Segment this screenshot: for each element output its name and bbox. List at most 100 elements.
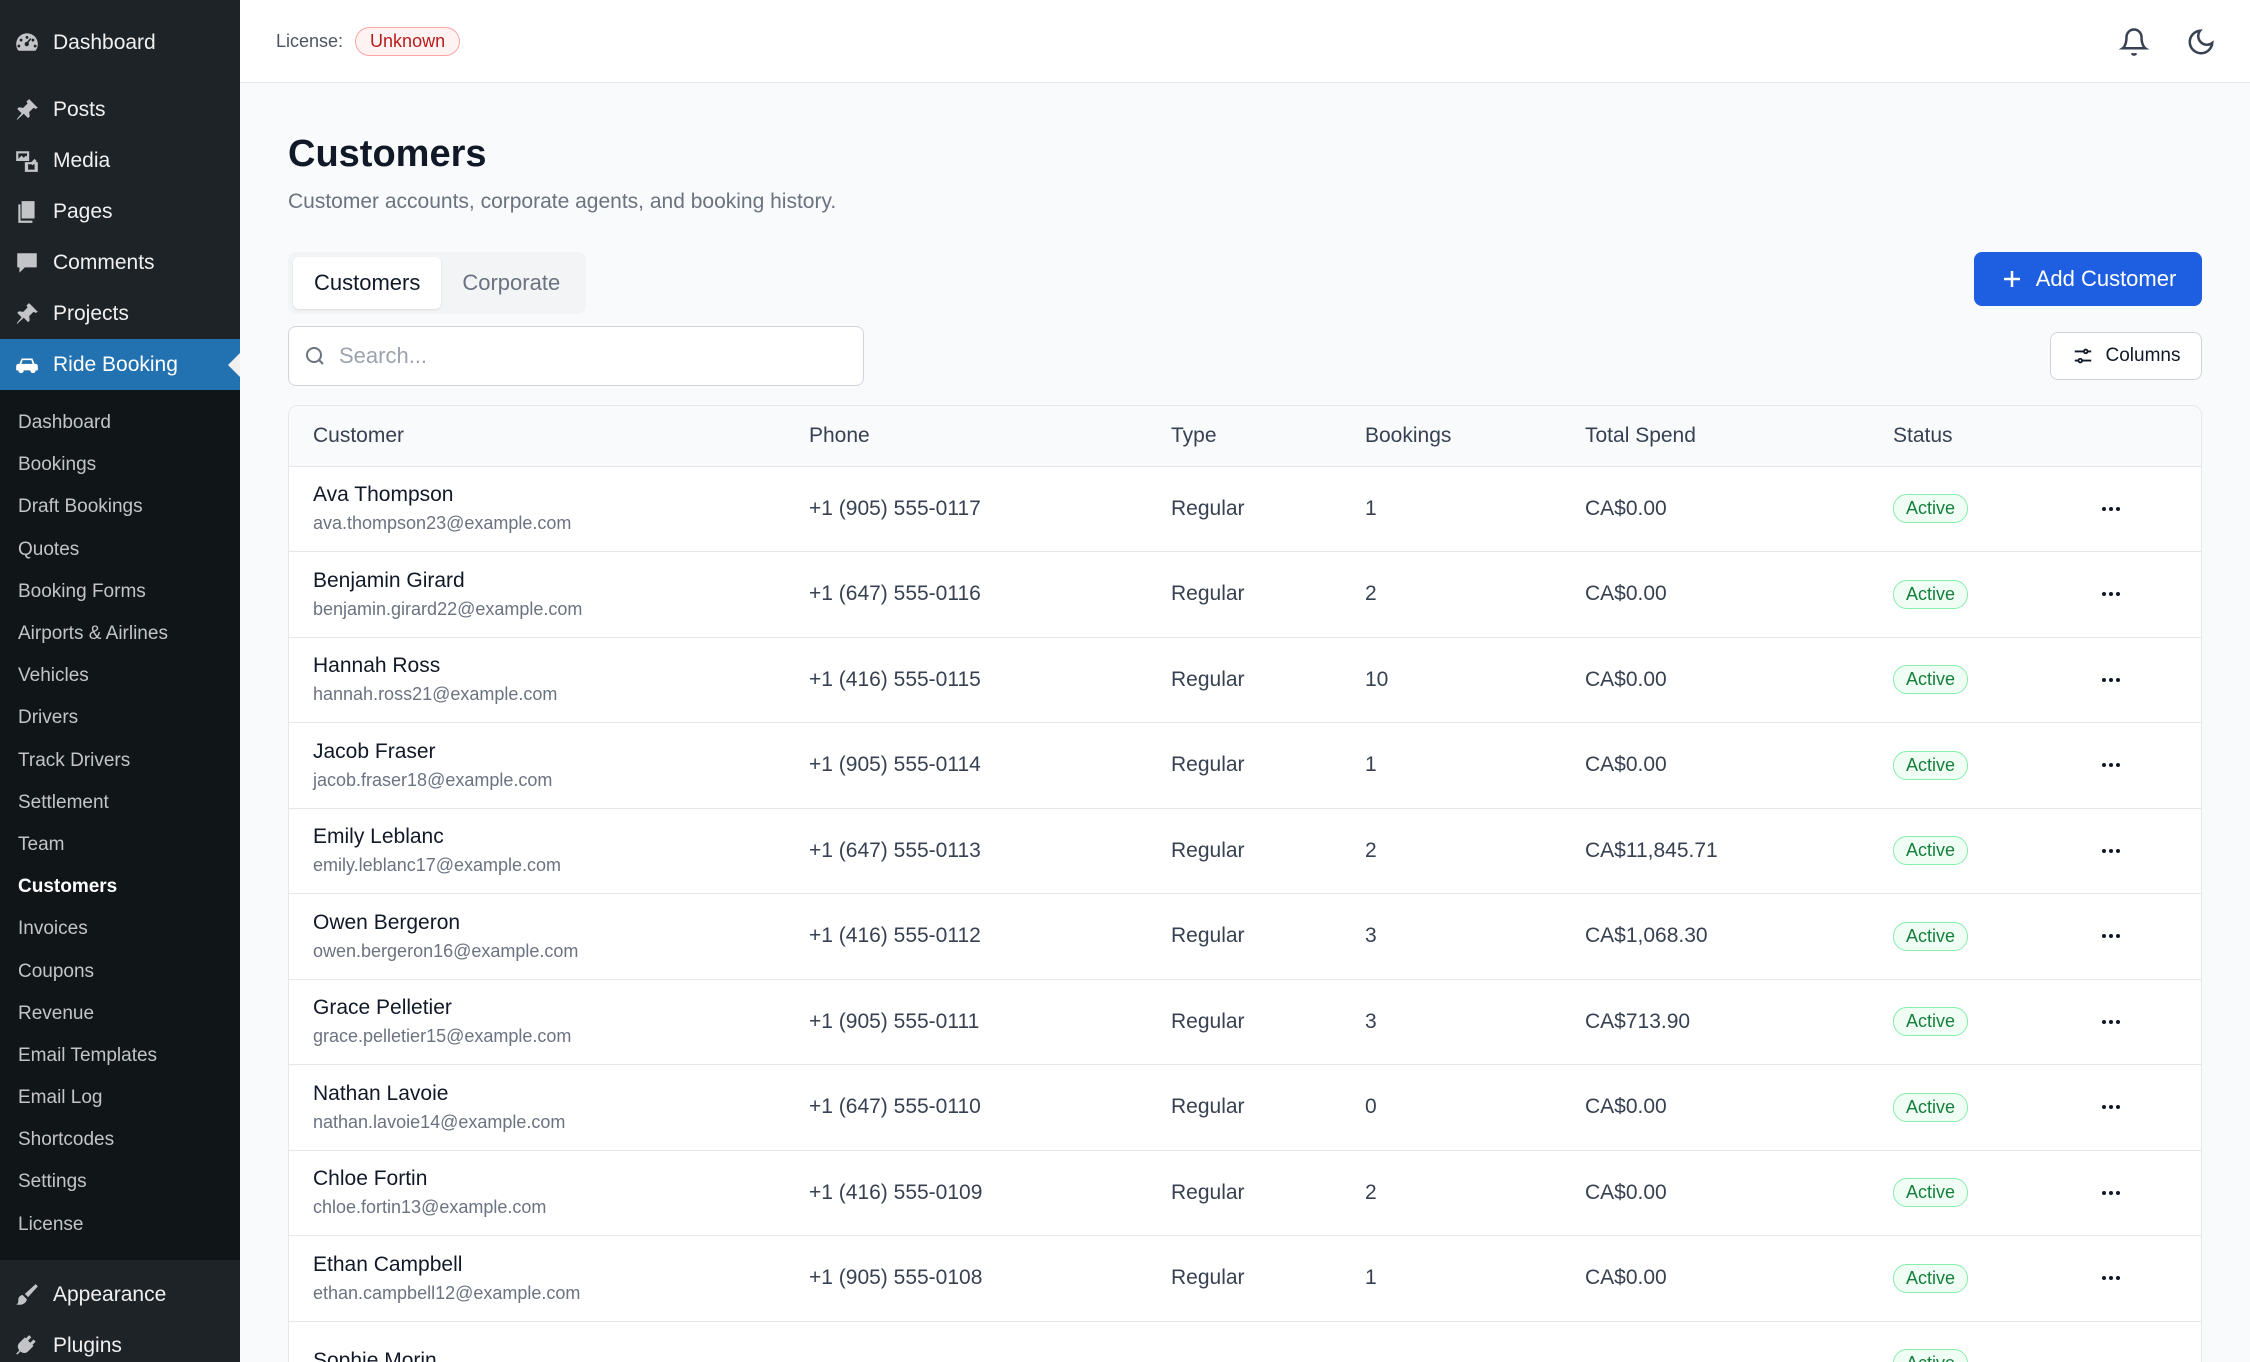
submenu-item-revenue[interactable]: Revenue bbox=[0, 993, 240, 1035]
more-actions-icon[interactable] bbox=[2093, 747, 2129, 783]
license-status-badge[interactable]: Unknown bbox=[355, 26, 461, 56]
customer-name[interactable]: Hannah Ross bbox=[313, 654, 809, 678]
sidebar-item-label: Ride Booking bbox=[53, 352, 178, 376]
more-actions-icon[interactable] bbox=[2093, 1004, 2129, 1040]
table-row[interactable]: Hannah Ross hannah.ross21@example.com +1 (… bbox=[289, 637, 2201, 723]
submenu-item-email-log[interactable]: Email Log bbox=[0, 1077, 240, 1119]
sidebar-item-pages[interactable]: Pages bbox=[0, 186, 240, 237]
sidebar-item-dashboard[interactable]: Dashboard bbox=[0, 18, 240, 68]
more-actions-icon[interactable] bbox=[2093, 1346, 2129, 1362]
sidebar-item-ride-booking[interactable]: Ride Booking bbox=[0, 339, 240, 390]
actions-cell bbox=[2093, 1150, 2201, 1236]
customer-name[interactable]: Emily Leblanc bbox=[313, 825, 809, 849]
customer-name[interactable]: Owen Bergeron bbox=[313, 911, 809, 935]
status-cell: Active bbox=[1893, 1235, 2093, 1322]
table-row[interactable]: Ava Thompson ava.thompson23@example.com +1… bbox=[289, 466, 2201, 552]
customer-phone: +1 (647) 555-0116 bbox=[809, 551, 1171, 638]
customer-cell: Chloe Fortin chloe.fortin13@example.com bbox=[289, 1150, 809, 1236]
table-row[interactable]: Chloe Fortin chloe.fortin13@example.com +1… bbox=[289, 1150, 2201, 1236]
status-badge: Active bbox=[1893, 1349, 1969, 1362]
submenu-item-vehicles[interactable]: Vehicles bbox=[0, 655, 240, 697]
comment-icon bbox=[13, 249, 41, 277]
submenu-item-draft-bookings[interactable]: Draft Bookings bbox=[0, 486, 240, 528]
submenu-item-dashboard[interactable]: Dashboard bbox=[0, 402, 240, 444]
column-header-customer[interactable]: Customer bbox=[289, 406, 809, 467]
submenu-item-drivers[interactable]: Drivers bbox=[0, 697, 240, 739]
table-row[interactable]: Jacob Fraser jacob.fraser18@example.com +1… bbox=[289, 722, 2201, 809]
search-input[interactable] bbox=[339, 343, 839, 369]
customer-total-spend: CA$0.00 bbox=[1585, 1235, 1893, 1322]
customer-name[interactable]: Benjamin Girard bbox=[313, 569, 809, 593]
submenu-item-quotes[interactable]: Quotes bbox=[0, 529, 240, 571]
sidebar-item-plugins[interactable]: Plugins bbox=[0, 1321, 240, 1362]
customer-total-spend: CA$11,845.71 bbox=[1585, 808, 1893, 894]
more-actions-icon[interactable] bbox=[2093, 833, 2129, 869]
customer-name[interactable]: Ava Thompson bbox=[313, 483, 809, 507]
table-row[interactable]: Ethan Campbell ethan.campbell12@example.c… bbox=[289, 1235, 2201, 1322]
submenu-item-airports-airlines[interactable]: Airports & Airlines bbox=[0, 613, 240, 655]
customer-email: owen.bergeron16@example.com bbox=[313, 940, 579, 961]
table-row[interactable]: Emily Leblanc emily.leblanc17@example.com… bbox=[289, 808, 2201, 894]
column-header-type[interactable]: Type bbox=[1171, 406, 1365, 467]
submenu-item-coupons[interactable]: Coupons bbox=[0, 950, 240, 992]
sidebar-item-comments[interactable]: Comments bbox=[0, 237, 240, 288]
customer-name[interactable]: Nathan Lavoie bbox=[313, 1082, 809, 1106]
submenu-item-booking-forms[interactable]: Booking Forms bbox=[0, 571, 240, 613]
submenu-item-track-drivers[interactable]: Track Drivers bbox=[0, 740, 240, 782]
customer-total-spend: CA$0.00 bbox=[1585, 1064, 1893, 1151]
table-row[interactable]: Grace Pelletier grace.pelletier15@example… bbox=[289, 979, 2201, 1065]
sidebar-item-posts[interactable]: Posts bbox=[0, 84, 240, 135]
sidebar-item-appearance[interactable]: Appearance bbox=[0, 1270, 240, 1321]
customer-name[interactable]: Ethan Campbell bbox=[313, 1253, 809, 1277]
sidebar-item-label: Pages bbox=[53, 199, 113, 223]
customer-cell: Emily Leblanc emily.leblanc17@example.com bbox=[289, 808, 809, 894]
submenu-item-bookings[interactable]: Bookings bbox=[0, 444, 240, 486]
customer-name[interactable]: Jacob Fraser bbox=[313, 740, 809, 764]
column-header-bookings[interactable]: Bookings bbox=[1365, 406, 1585, 467]
customer-name[interactable]: Grace Pelletier bbox=[313, 996, 809, 1020]
more-actions-icon[interactable] bbox=[2093, 491, 2129, 527]
submenu-item-settlement[interactable]: Settlement bbox=[0, 782, 240, 824]
table-row[interactable]: Sophie Morin Active bbox=[289, 1321, 2201, 1362]
more-actions-icon[interactable] bbox=[2093, 1175, 2129, 1211]
more-actions-icon[interactable] bbox=[2093, 662, 2129, 698]
submenu-item-invoices[interactable]: Invoices bbox=[0, 908, 240, 950]
customer-cell: Grace Pelletier grace.pelletier15@example… bbox=[289, 979, 809, 1065]
submenu-item-customers[interactable]: Customers bbox=[0, 866, 240, 908]
columns-button[interactable]: Columns bbox=[2050, 332, 2202, 380]
table-row[interactable]: Owen Bergeron owen.bergeron16@example.com… bbox=[289, 893, 2201, 980]
customer-phone: +1 (905) 555-0117 bbox=[809, 466, 1171, 552]
submenu-item-email-templates[interactable]: Email Templates bbox=[0, 1035, 240, 1077]
customer-name[interactable]: Chloe Fortin bbox=[313, 1167, 809, 1191]
more-actions-icon[interactable] bbox=[2093, 918, 2129, 954]
submenu-item-settings[interactable]: Settings bbox=[0, 1161, 240, 1203]
more-actions-icon[interactable] bbox=[2093, 1260, 2129, 1296]
sidebar-item-media[interactable]: Media bbox=[0, 135, 240, 186]
sidebar-item-projects[interactable]: Projects bbox=[0, 288, 240, 339]
submenu-item-shortcodes[interactable]: Shortcodes bbox=[0, 1119, 240, 1161]
status-badge: Active bbox=[1893, 1092, 1969, 1122]
column-header-phone[interactable]: Phone bbox=[809, 406, 1171, 467]
customer-name[interactable]: Sophie Morin bbox=[313, 1349, 809, 1362]
tab-customers[interactable]: Customers bbox=[293, 257, 442, 309]
customer-cell: Jacob Fraser jacob.fraser18@example.com bbox=[289, 722, 809, 809]
customer-bookings: 2 bbox=[1365, 551, 1585, 638]
table-row[interactable]: Nathan Lavoie nathan.lavoie14@example.com… bbox=[289, 1064, 2201, 1151]
more-actions-icon[interactable] bbox=[2093, 576, 2129, 612]
moon-icon[interactable] bbox=[2183, 24, 2219, 60]
submenu-item-team[interactable]: Team bbox=[0, 824, 240, 866]
tab-corporate[interactable]: Corporate bbox=[441, 257, 581, 309]
add-customer-button[interactable]: Add Customer bbox=[1974, 252, 2202, 306]
bell-icon[interactable] bbox=[2116, 24, 2152, 60]
customer-total-spend: CA$1,068.30 bbox=[1585, 893, 1893, 980]
customer-bookings bbox=[1365, 1321, 1585, 1362]
column-header-status[interactable]: Status bbox=[1893, 406, 2093, 467]
customer-type: Regular bbox=[1171, 551, 1365, 638]
column-header-total-spend[interactable]: Total Spend bbox=[1585, 406, 1893, 467]
admin-sidebar: Dashboard Posts Media Pages Comments Pro… bbox=[0, 0, 240, 1362]
more-actions-icon[interactable] bbox=[2093, 1089, 2129, 1125]
submenu-item-license[interactable]: License bbox=[0, 1204, 240, 1246]
customer-bookings: 10 bbox=[1365, 637, 1585, 723]
table-row[interactable]: Benjamin Girard benjamin.girard22@example… bbox=[289, 551, 2201, 638]
customer-total-spend: CA$0.00 bbox=[1585, 722, 1893, 809]
